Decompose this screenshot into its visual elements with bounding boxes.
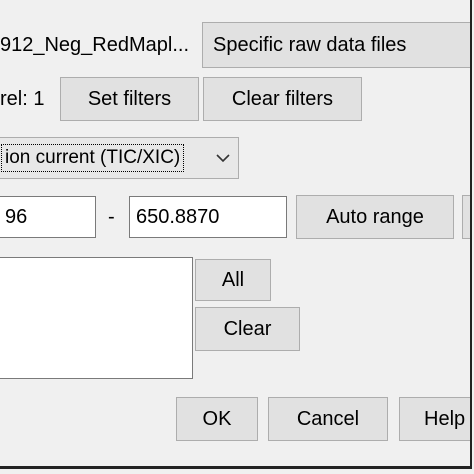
help-button[interactable]: Help: [399, 397, 470, 441]
mz-max-input[interactable]: 650.8870: [129, 196, 287, 238]
mz-min-input[interactable]: 96: [0, 196, 96, 238]
mz-max-value: 650.8870: [136, 205, 220, 228]
overflow-button[interactable]: [462, 195, 470, 239]
mz-min-value: 96: [5, 205, 28, 228]
selection-list[interactable]: [0, 257, 193, 379]
range-separator: -: [108, 206, 115, 228]
clear-selection-button[interactable]: Clear: [195, 307, 300, 351]
raw-data-source-dropdown[interactable]: Specific raw data files: [202, 22, 470, 68]
raw-data-file-selection: 912_Neg_RedMapl...: [0, 34, 190, 56]
chevron-down-icon: [208, 138, 238, 178]
dialog-window: 912_Neg_RedMapl... Specific raw data fil…: [0, 0, 472, 469]
plot-type-selected-value: ion current (TIC/XIC): [1, 144, 185, 172]
auto-range-button[interactable]: Auto range: [296, 195, 454, 239]
plot-type-dropdown[interactable]: ion current (TIC/XIC): [0, 137, 239, 179]
ms-level-label: rel: 1: [0, 88, 45, 110]
ok-button[interactable]: OK: [176, 397, 258, 441]
clear-filters-button[interactable]: Clear filters: [203, 77, 362, 121]
cancel-button[interactable]: Cancel: [268, 397, 388, 441]
raw-data-source-label: Specific raw data files: [213, 33, 407, 56]
set-filters-button[interactable]: Set filters: [60, 77, 199, 121]
select-all-button[interactable]: All: [195, 259, 271, 301]
